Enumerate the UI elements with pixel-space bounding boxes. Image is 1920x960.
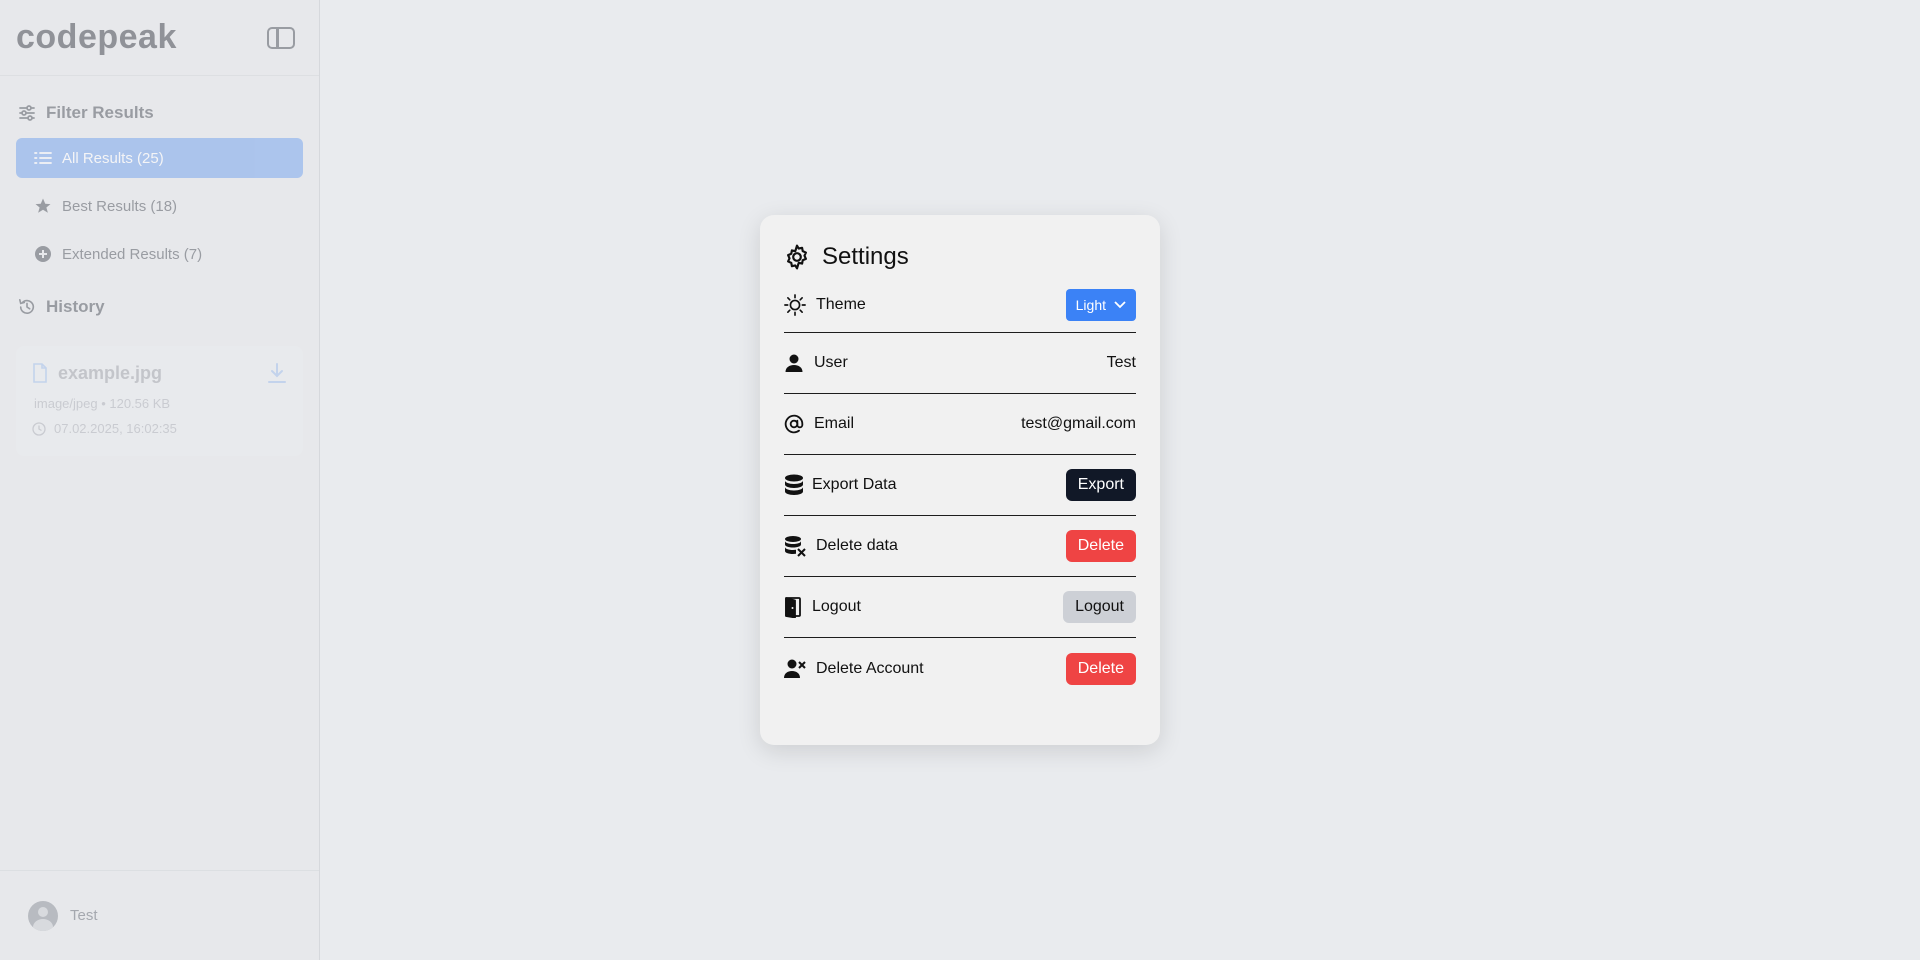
door-icon [784, 596, 802, 618]
logout-row: Logout Logout [784, 577, 1136, 638]
logo: codepeak [16, 18, 177, 56]
history-heading: History [0, 282, 319, 332]
filter-item-label: Best Results (18) [62, 197, 178, 215]
delete-data-row: Delete data Delete [784, 516, 1136, 577]
export-data-row: Export Data Export [784, 455, 1136, 516]
filter-item-extended-results[interactable]: Extended Results (7) [16, 234, 303, 274]
sidebar-toggle-icon[interactable] [267, 26, 295, 49]
history-icon [18, 298, 36, 316]
user-label: User [814, 354, 848, 371]
filter-item-all-results[interactable]: All Results (25) [16, 138, 303, 178]
email-label: Email [814, 415, 855, 432]
theme-label: Theme [816, 295, 866, 313]
filter-item-best-results[interactable]: Best Results (18) [16, 186, 303, 226]
email-value: test@gmail.com [1021, 415, 1136, 432]
delete-data-button[interactable]: Delete [1065, 530, 1136, 562]
delete-account-row: Delete Account Delete [784, 638, 1136, 699]
list-icon [34, 150, 52, 166]
theme-select-value: Light [1075, 296, 1106, 313]
chevron-down-icon [1114, 300, 1126, 309]
clock-icon [32, 421, 46, 436]
download-icon[interactable] [267, 362, 287, 384]
history-time-row: 07.02.2025, 16:02:35 [32, 421, 287, 436]
database-delete-icon [784, 535, 806, 557]
filter-results-title: Filter Results [46, 103, 154, 122]
settings-modal: Settings Theme Light User Test Email tes… [760, 215, 1160, 745]
user-remove-icon [784, 659, 806, 679]
sun-icon [784, 293, 806, 316]
filter-item-label: All Results (25) [62, 149, 164, 167]
user-row: User Test [784, 333, 1136, 394]
history-meta: image/jpeg • 120.56 KB [34, 396, 171, 411]
delete-data-label: Delete data [816, 537, 898, 554]
delete-account-label: Delete Account [816, 659, 924, 677]
history-time: 07.02.2025, 16:02:35 [54, 421, 177, 436]
footer-username: Test [70, 907, 98, 924]
logout-label: Logout [812, 598, 861, 615]
star-icon [34, 197, 52, 215]
filter-item-label: Extended Results (7) [62, 245, 203, 263]
settings-title-row: Settings [784, 237, 1136, 277]
history-item[interactable]: example.jpg image/jpeg • 120.56 KB 07.02… [16, 346, 303, 456]
user-value: Test [1106, 354, 1136, 371]
file-icon [32, 363, 48, 383]
theme-row: Theme Light [784, 277, 1136, 333]
database-icon [784, 474, 804, 496]
email-row: Email test@gmail.com [784, 394, 1136, 455]
user-icon [784, 353, 804, 373]
logo-bar: codepeak [0, 0, 319, 76]
logout-button[interactable]: Logout [1063, 591, 1136, 623]
filter-section: Filter Results All Results (25) Best Res… [0, 88, 319, 274]
filter-results-heading: Filter Results [0, 88, 319, 138]
gear-icon [784, 244, 810, 270]
avatar [28, 900, 58, 931]
at-sign-icon [784, 414, 804, 434]
export-button[interactable]: Export [1065, 469, 1136, 501]
export-data-label: Export Data [812, 476, 897, 493]
history-title: History [46, 297, 105, 316]
history-filename: example.jpg [58, 362, 163, 383]
settings-title: Settings [822, 243, 909, 270]
sliders-icon [18, 104, 36, 122]
theme-select[interactable]: Light [1065, 288, 1136, 321]
plus-circle-icon [34, 245, 52, 263]
sidebar: codepeak Filter Results All Results (25)… [0, 0, 320, 960]
delete-account-button[interactable]: Delete [1065, 652, 1136, 685]
sidebar-footer[interactable]: Test [0, 870, 320, 960]
